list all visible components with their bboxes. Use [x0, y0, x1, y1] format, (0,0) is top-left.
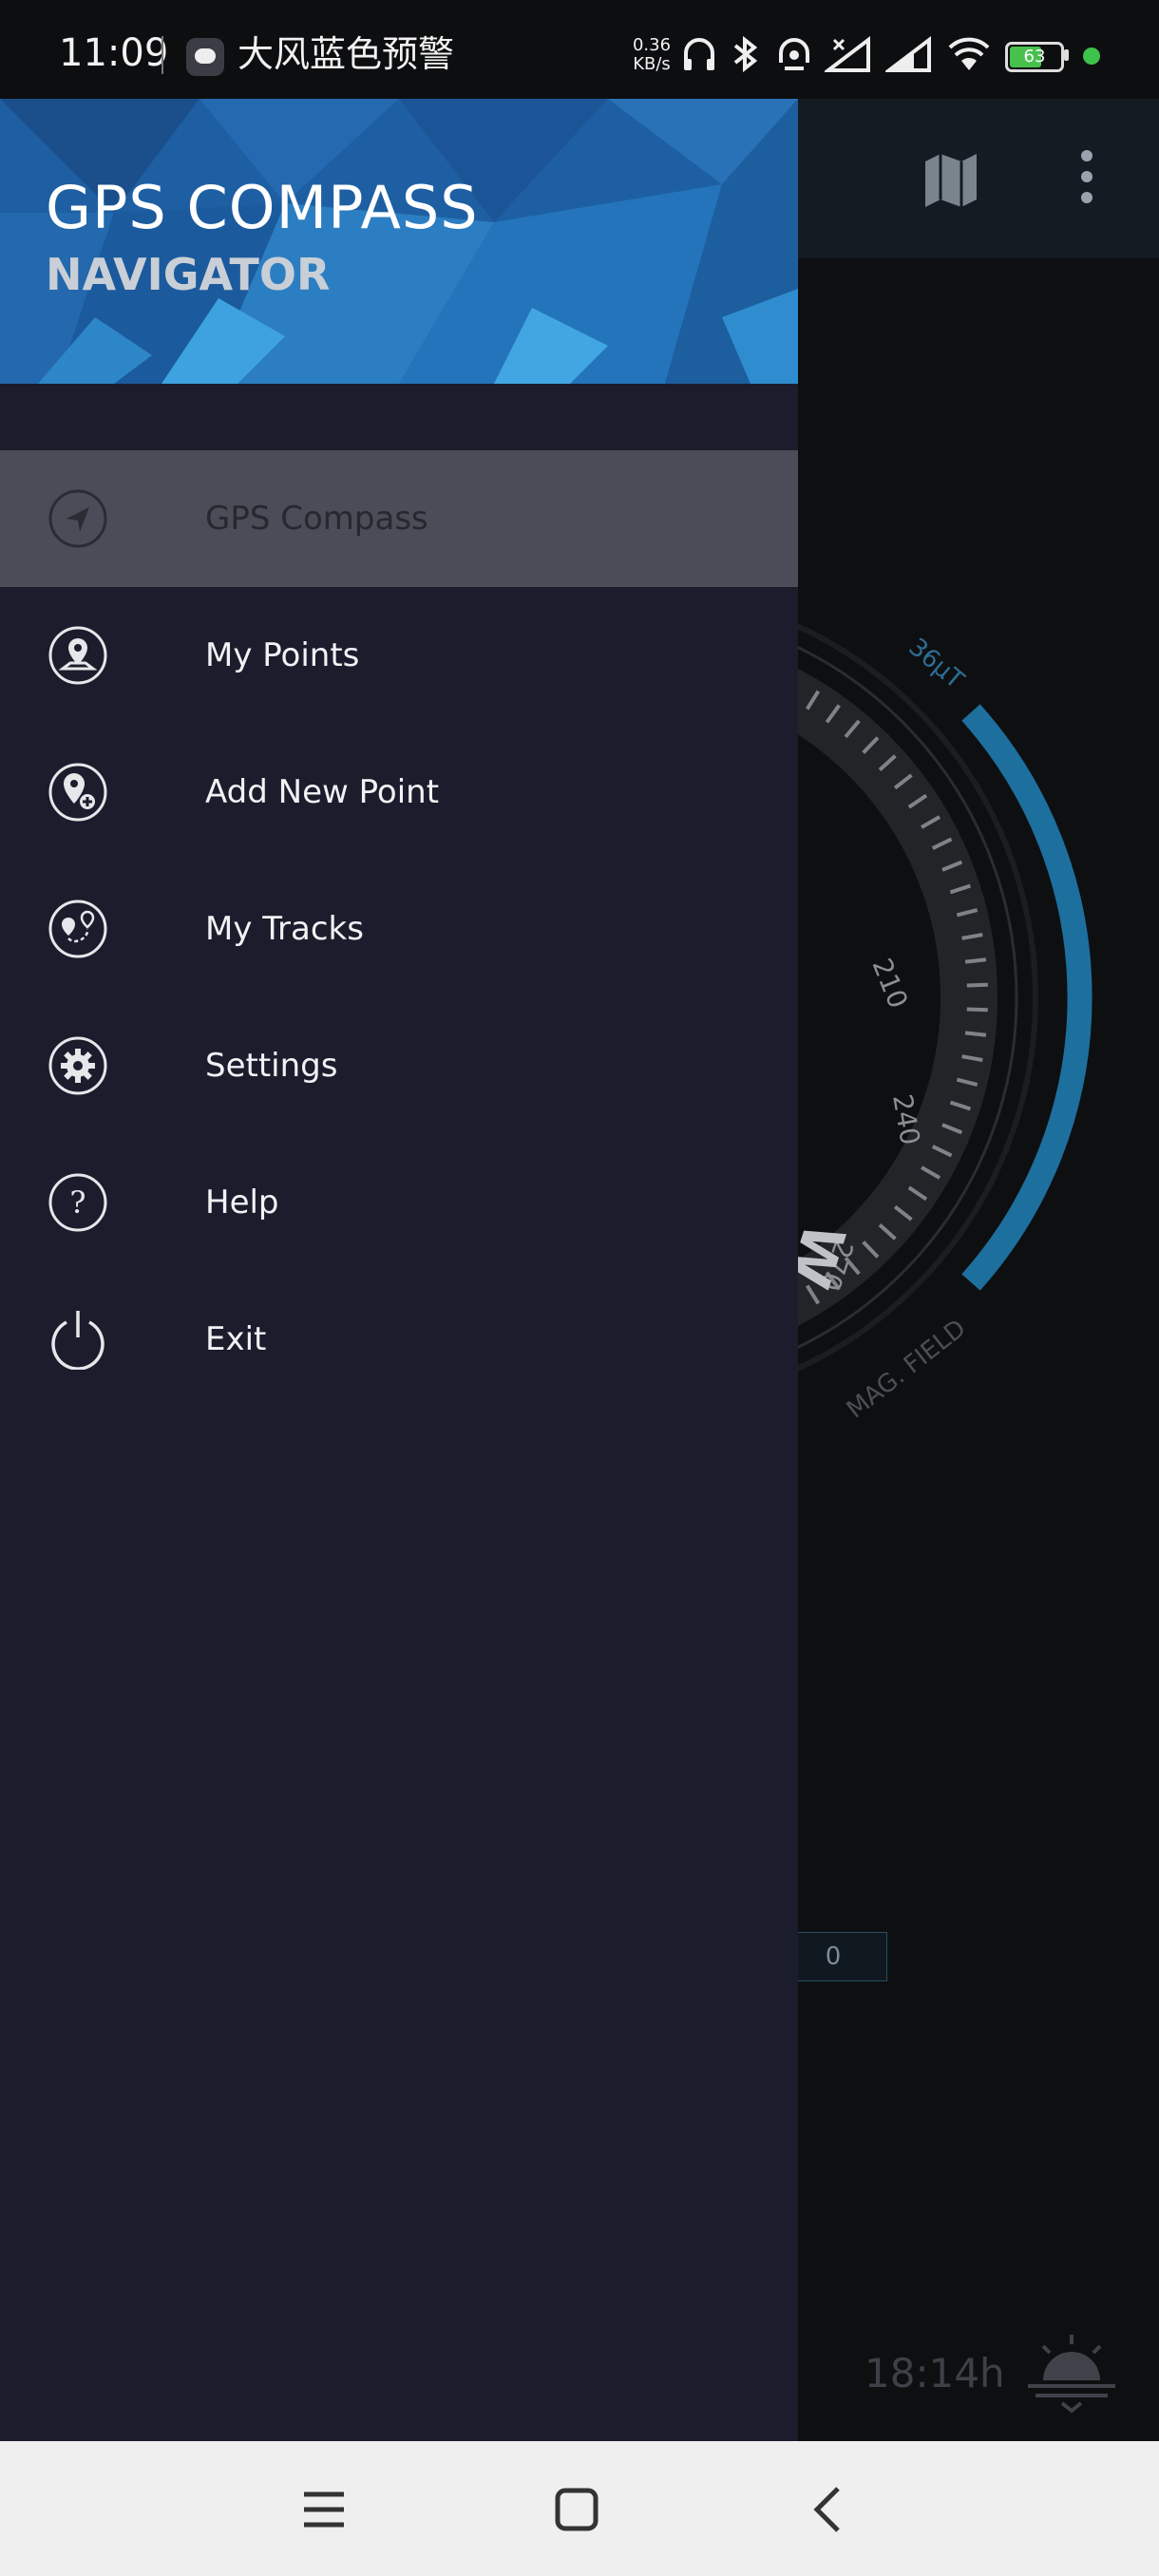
menu-item-label: Exit	[205, 1320, 267, 1358]
menu-item-my-points[interactable]: My Points	[0, 587, 798, 724]
track-route-icon	[48, 900, 107, 958]
dial-tick-240: 240	[886, 1091, 926, 1146]
menu-item-settings[interactable]: Settings	[0, 997, 798, 1134]
drawer-title: GPS COMPASS	[46, 173, 479, 242]
wifi-icon	[948, 37, 990, 70]
battery-icon: 63	[1005, 42, 1064, 72]
navigation-arrow-icon	[48, 489, 107, 548]
status-bar: 11:09 大风蓝色预警 0.36 KB/s 63	[0, 0, 1159, 99]
network-speed: 0.36 KB/s	[627, 36, 676, 74]
drawer-menu: GPS Compass My Points Add New Point My T…	[0, 450, 798, 1408]
system-navigation-bar	[0, 2441, 1159, 2576]
menu-item-gps-compass[interactable]: GPS Compass	[0, 450, 798, 587]
menu-icon[interactable]	[291, 2479, 357, 2540]
svg-text:?: ?	[69, 1184, 86, 1221]
back-chevron-icon[interactable]	[796, 2479, 863, 2540]
drawer-subtitle: NAVIGATOR	[46, 249, 331, 300]
sunset-time: 18:14h	[864, 2350, 1005, 2396]
status-divider	[162, 36, 163, 74]
menu-item-label: Help	[205, 1184, 279, 1222]
dial-tick-mark	[966, 982, 988, 988]
signal-2-icon	[885, 35, 931, 72]
menu-item-label: My Tracks	[205, 910, 364, 948]
menu-item-label: GPS Compass	[205, 500, 428, 538]
menu-item-label: Add New Point	[205, 773, 440, 811]
add-pin-icon	[48, 763, 107, 822]
dial-tick-mark	[964, 1031, 987, 1037]
menu-item-exit[interactable]: Exit	[0, 1271, 798, 1408]
menu-item-add-new-point[interactable]: Add New Point	[0, 724, 798, 861]
menu-item-my-tracks[interactable]: My Tracks	[0, 861, 798, 997]
hotspot-icon	[779, 38, 809, 70]
status-time: 11:09	[59, 31, 169, 75]
sunset-icon	[1028, 2335, 1115, 2414]
field-strength-label: 36µT	[903, 633, 970, 694]
signal-1-icon	[825, 35, 870, 72]
menu-item-label: My Points	[205, 636, 360, 674]
headphones-icon	[684, 38, 714, 70]
help-icon: ?	[48, 1173, 107, 1232]
map-pin-icon	[48, 626, 107, 685]
menu-item-help[interactable]: ? Help	[0, 1134, 798, 1271]
power-icon	[51, 1311, 104, 1370]
battery-level: 63	[1023, 47, 1046, 66]
navigation-drawer: GPS COMPASS NAVIGATOR GPS Compass My Poi…	[0, 99, 798, 2441]
dial-tick-210: 210	[866, 954, 915, 1013]
dial-tick-mark	[966, 1007, 988, 1013]
home-square-icon[interactable]	[543, 2479, 610, 2540]
gear-icon	[48, 1036, 107, 1095]
network-speed-unit: KB/s	[633, 54, 671, 74]
weather-alert-text: 大风蓝色预警	[238, 33, 455, 75]
battery-tip	[1064, 49, 1069, 61]
weather-notification-icon	[186, 38, 224, 76]
menu-item-label: Settings	[205, 1047, 338, 1085]
network-speed-value: 0.36	[632, 35, 672, 55]
drawer-header: GPS COMPASS NAVIGATOR	[0, 99, 798, 384]
bluetooth-icon	[733, 35, 758, 73]
dial-tick-mark	[964, 957, 987, 964]
green-dot-icon	[1083, 47, 1100, 65]
